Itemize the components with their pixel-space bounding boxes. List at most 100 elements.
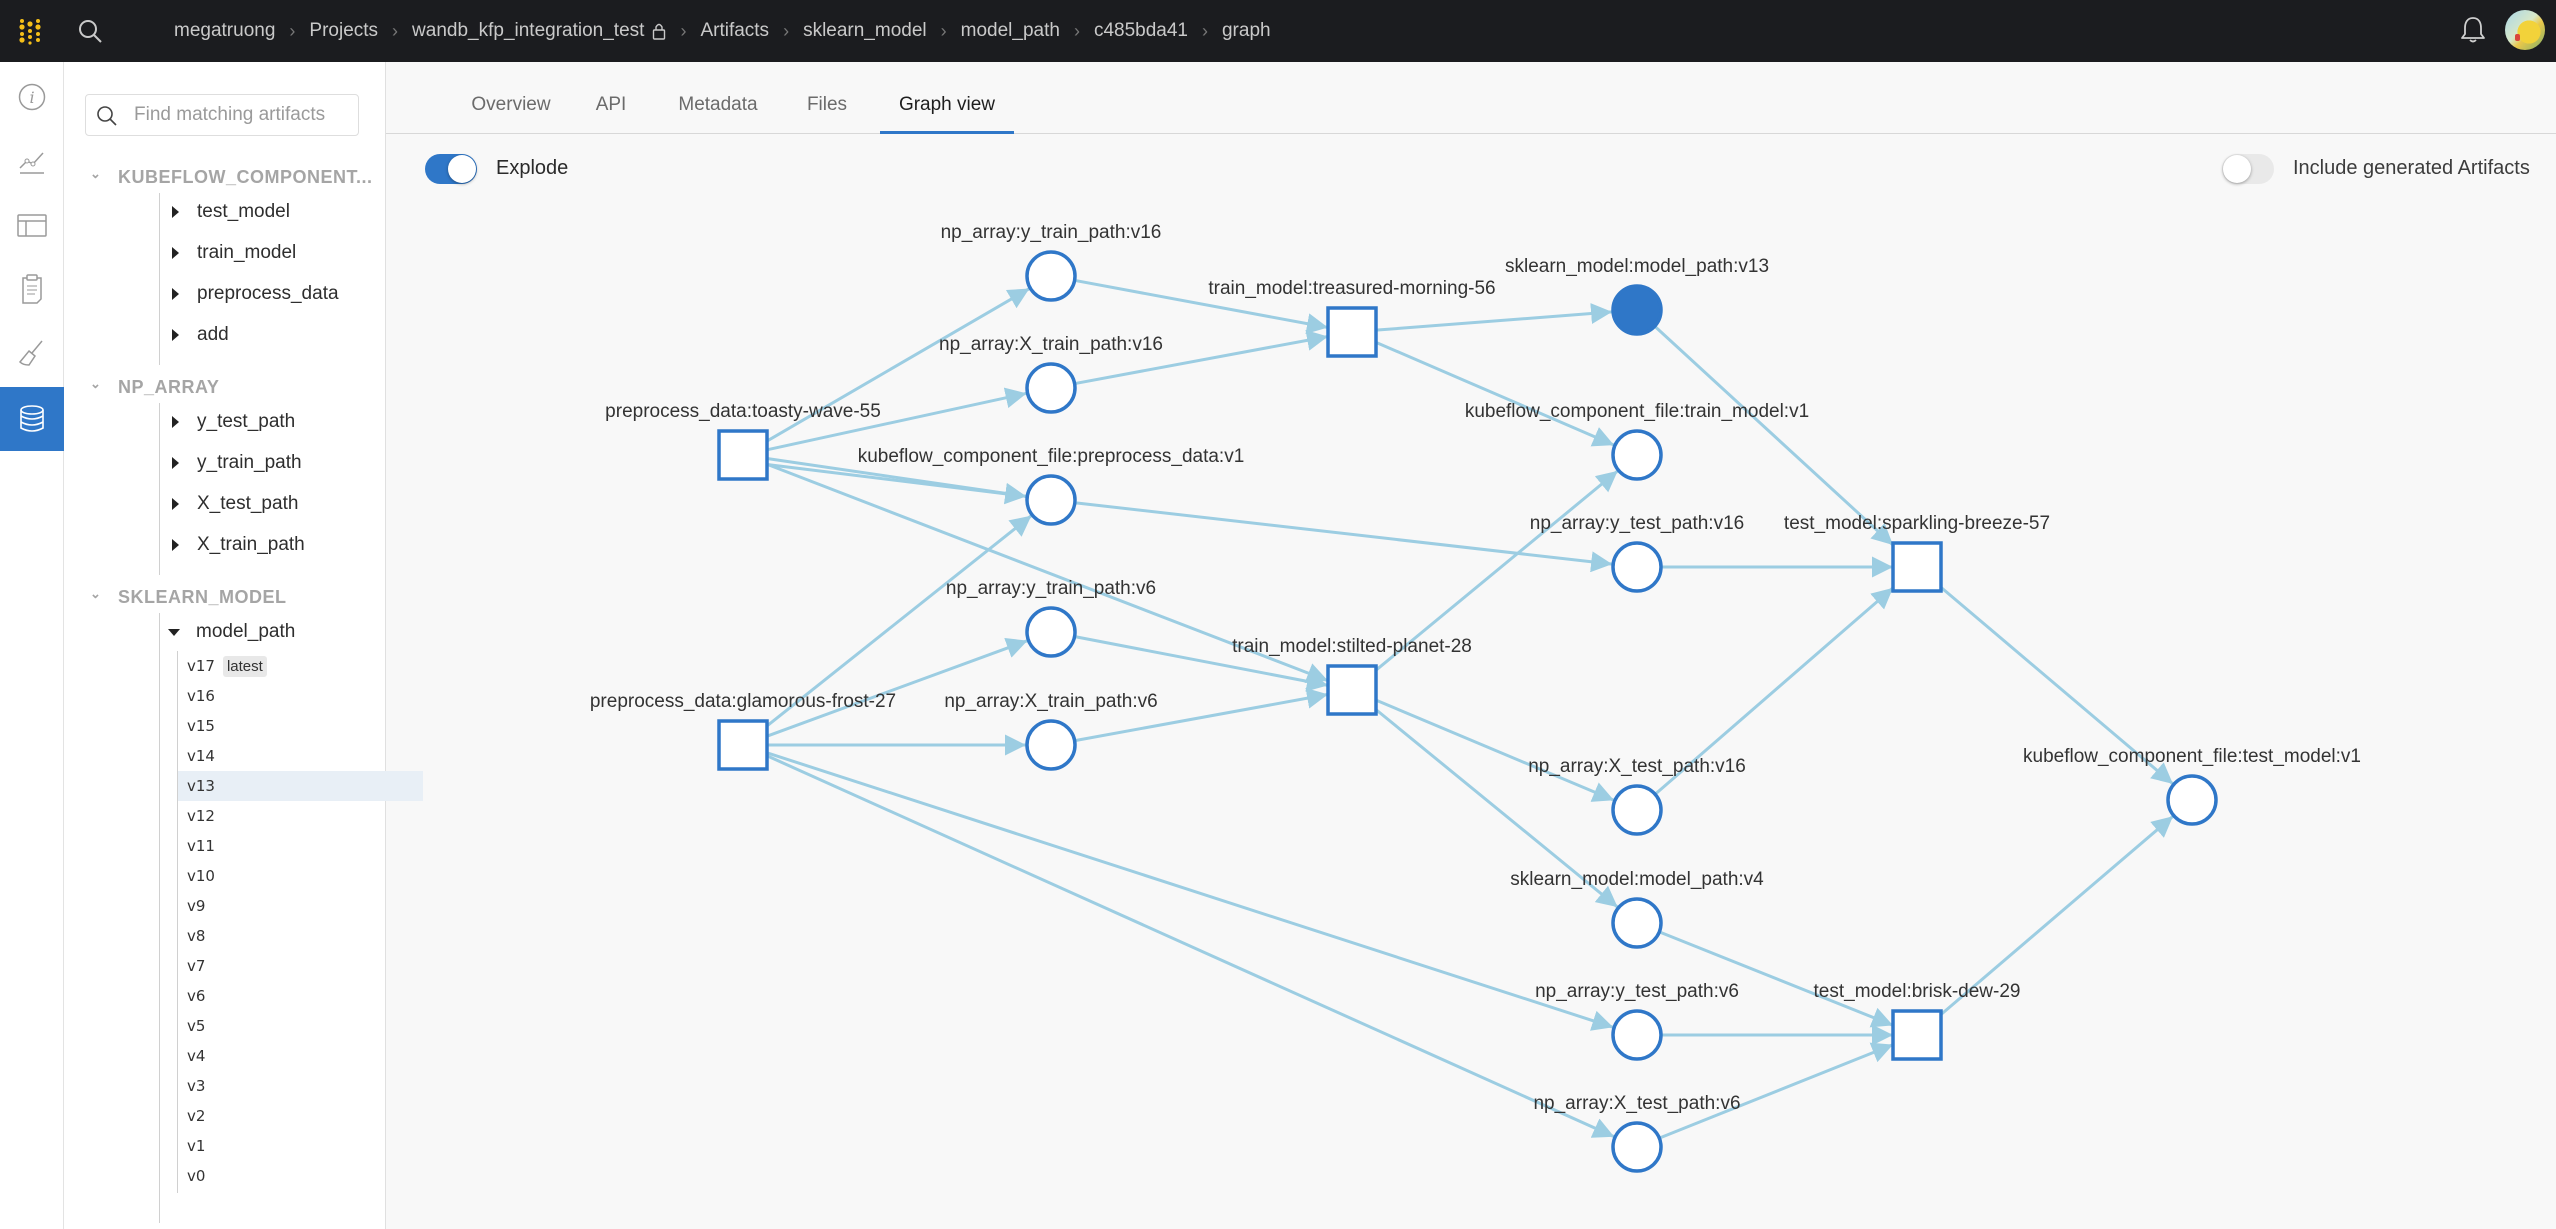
- chevron-down-icon: ⌄: [90, 165, 102, 181]
- group-indent-line: [159, 193, 160, 365]
- artifact-collection-label: y_test_path: [197, 411, 296, 432]
- explode-toggle[interactable]: [425, 154, 477, 184]
- version-label: v12: [187, 807, 215, 825]
- breadcrumb-item-megatruong[interactable]: megatruong: [174, 20, 275, 42]
- version-item[interactable]: v10: [178, 861, 423, 891]
- artifact-browser-panel: ⌄ KUBEFLOW_COMPONENT... test_model train_mo…: [64, 62, 423, 1229]
- version-item[interactable]: v6: [178, 981, 423, 1011]
- artifact-collection-item[interactable]: X_train_path: [168, 530, 305, 560]
- run-node[interactable]: [1891, 541, 1943, 593]
- artifact-node[interactable]: [1611, 541, 1663, 593]
- breadcrumb-separator-icon: ›: [680, 20, 687, 41]
- artifact-node[interactable]: [1611, 897, 1663, 949]
- toggle-knob: [448, 155, 476, 183]
- artifact-collection-item[interactable]: test_model: [168, 197, 290, 227]
- run-node[interactable]: [1326, 664, 1378, 716]
- breadcrumb-item-c485bda41[interactable]: c485bda41: [1094, 20, 1188, 42]
- version-item[interactable]: v2: [178, 1101, 423, 1131]
- version-item[interactable]: v9: [178, 891, 423, 921]
- artifact-node[interactable]: [2166, 774, 2218, 826]
- rail-sweeps-button[interactable]: [0, 321, 64, 385]
- artifact-search-box[interactable]: [85, 94, 359, 136]
- graph-node-label: np_array:X_test_path:v6: [1533, 1093, 1740, 1114]
- rail-artifacts-button[interactable]: [0, 387, 64, 451]
- rail-table-button[interactable]: [0, 193, 64, 257]
- user-avatar[interactable]: [2505, 10, 2545, 50]
- version-item[interactable]: v16: [178, 681, 423, 711]
- tab-api[interactable]: API: [594, 94, 628, 134]
- version-item[interactable]: v8: [178, 921, 423, 951]
- run-node[interactable]: [1326, 306, 1378, 358]
- breadcrumb-item-artifacts[interactable]: Artifacts: [700, 20, 769, 42]
- version-item[interactable]: v13: [178, 771, 423, 801]
- artifact-collection-item[interactable]: train_model: [168, 238, 296, 268]
- artifact-node[interactable]: [1025, 606, 1077, 658]
- run-node[interactable]: [717, 429, 769, 481]
- version-item[interactable]: v7: [178, 951, 423, 981]
- artifact-node[interactable]: [1611, 1009, 1663, 1061]
- version-item[interactable]: v0: [178, 1161, 423, 1191]
- breadcrumb-item-sklearn-model[interactable]: sklearn_model: [803, 20, 927, 42]
- rail-overview-button[interactable]: i: [0, 65, 64, 129]
- rail-reports-button[interactable]: [0, 257, 64, 321]
- tab-metadata[interactable]: Metadata: [676, 94, 760, 134]
- graph-edge-tm_morning-to-kf_train: [1375, 340, 1615, 447]
- breadcrumb-item-model-path[interactable]: model_path: [961, 20, 1060, 42]
- graph-node-label: np_array:y_test_path:v16: [1530, 513, 1744, 534]
- caret-right-icon: [172, 498, 179, 510]
- artifact-collection-label: X_train_path: [197, 534, 305, 555]
- include-generated-artifacts-toggle[interactable]: [2222, 154, 2274, 184]
- breadcrumb: megatruong › Projects › wandb_kfp_integratio…: [174, 0, 1271, 62]
- notification-bell-icon[interactable]: [2458, 14, 2488, 46]
- rail-charts-button[interactable]: [0, 129, 64, 193]
- graph-node-label: train_model:stilted-planet-28: [1232, 636, 1472, 657]
- artifact-collection-item[interactable]: y_train_path: [168, 448, 302, 478]
- version-item[interactable]: v17 latest: [178, 651, 423, 681]
- breadcrumb-item-projects[interactable]: Projects: [309, 20, 378, 42]
- tab-files[interactable]: Files: [804, 94, 850, 134]
- run-node[interactable]: [717, 719, 769, 771]
- sidebar-icon-rail: i: [0, 62, 64, 1229]
- version-item[interactable]: v1: [178, 1131, 423, 1161]
- version-item[interactable]: v15: [178, 711, 423, 741]
- artifact-collection-item[interactable]: preprocess_data: [168, 279, 339, 309]
- breadcrumb-item-wandb-kfp-integration-test[interactable]: wandb_kfp_integration_test: [412, 20, 644, 42]
- artifact-collection-label: add: [197, 324, 229, 345]
- version-item[interactable]: v12: [178, 801, 423, 831]
- tab-overview[interactable]: Overview: [466, 94, 556, 134]
- version-label: v8: [187, 927, 206, 945]
- artifact-node[interactable]: [1611, 1121, 1663, 1173]
- tab-graph-view[interactable]: Graph view: [880, 94, 1014, 134]
- version-item[interactable]: v14: [178, 741, 423, 771]
- artifact-collection-item[interactable]: X_test_path: [168, 489, 298, 519]
- artifact-node[interactable]: [1025, 719, 1077, 771]
- caret-down-icon: [168, 628, 180, 636]
- run-node[interactable]: [1891, 1009, 1943, 1061]
- artifact-search-input[interactable]: [134, 99, 349, 131]
- wandb-logo-icon[interactable]: [16, 17, 44, 45]
- artifact-node[interactable]: [1025, 250, 1077, 302]
- version-item[interactable]: v11: [178, 831, 423, 861]
- artifact-node[interactable]: [1611, 784, 1663, 836]
- version-label: v15: [187, 717, 215, 735]
- artifact-type-group-header[interactable]: ⌄ NP_ARRAY: [90, 376, 219, 398]
- artifact-node[interactable]: [1611, 429, 1663, 481]
- search-icon[interactable]: [76, 17, 104, 45]
- breadcrumb-item-graph[interactable]: graph: [1222, 20, 1271, 42]
- version-item[interactable]: v5: [178, 1011, 423, 1041]
- search-icon: [97, 106, 117, 126]
- latest-badge: latest: [222, 655, 267, 677]
- artifact-type-group-header[interactable]: ⌄ KUBEFLOW_COMPONENT...: [90, 165, 373, 188]
- breadcrumb-separator-icon: ›: [783, 20, 790, 41]
- current-artifact-node[interactable]: [1611, 284, 1663, 336]
- lock-icon: [653, 23, 666, 40]
- artifact-node[interactable]: [1025, 362, 1077, 414]
- version-item[interactable]: v4: [178, 1041, 423, 1071]
- artifact-collection-item[interactable]: y_test_path: [168, 407, 295, 437]
- artifact-collection-item[interactable]: add: [168, 320, 229, 350]
- artifact-node[interactable]: [1025, 474, 1077, 526]
- artifact-type-group-header[interactable]: ⌄ SKLEARN_MODEL: [90, 586, 287, 608]
- artifact-collection-item[interactable]: model_path: [168, 617, 295, 647]
- graph-node-label: np_array:y_train_path:v6: [946, 578, 1156, 599]
- version-item[interactable]: v3: [178, 1071, 423, 1101]
